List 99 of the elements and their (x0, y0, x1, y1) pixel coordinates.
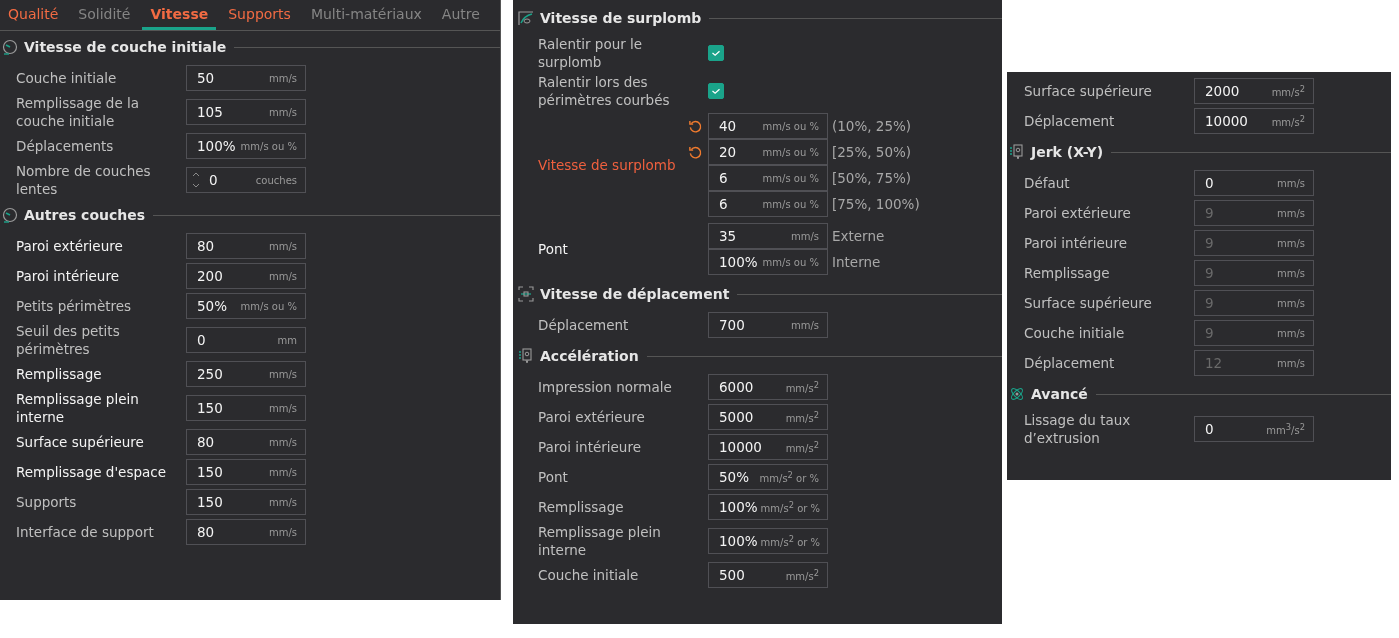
settings-tab[interactable]: Solidité (70, 0, 139, 30)
atom-icon (1009, 386, 1025, 402)
input-field[interactable]: 150 mm/s (186, 489, 306, 515)
setting-label: Pont (538, 240, 569, 259)
speedometer-icon (2, 207, 18, 223)
setting-label: Couche initiale (538, 566, 640, 585)
setting-label: Paroi intérieure (538, 438, 642, 457)
setting-label: Paroi extérieure (16, 237, 124, 256)
section-title: Autres couches (24, 207, 146, 223)
section-title: Vitesse de surplomb (540, 10, 702, 26)
setting-label: Paroi intérieure (1024, 234, 1128, 253)
setting-label: Petits périmètres (16, 297, 133, 316)
section-title: Accélération (540, 348, 639, 364)
setting-label: Pont (538, 468, 569, 487)
input-field[interactable]: 80 mm/s (186, 429, 306, 455)
setting-label: Déplacement (1024, 354, 1116, 373)
reset-icon[interactable] (688, 118, 703, 134)
input-field[interactable]: 10000 mm/s$^{2}$ (708, 434, 828, 460)
input-field[interactable]: 100% mm/s ou % (708, 249, 828, 275)
section-title: Avancé (1031, 386, 1088, 402)
settings-tab[interactable]: Supports (220, 0, 299, 30)
settings-tab[interactable]: Autre (433, 0, 488, 30)
setting-label: Ralentir lors des périmètres courbés (538, 73, 671, 110)
checkbox[interactable] (708, 45, 724, 61)
input-field[interactable]: 6 mm/s ou % (708, 191, 828, 217)
input-field[interactable]: 100% mm/s$^{2}$ or % (708, 494, 828, 520)
settings-tab[interactable]: Multi-matériaux (302, 0, 430, 30)
setting-label: Interface de support (16, 523, 155, 542)
setting-label: Surface supérieure (1024, 294, 1153, 313)
range-label: (10%, 25%) (832, 118, 912, 134)
input-field[interactable]: 6000 mm/s$^{2}$ (708, 374, 828, 400)
range-label: Interne (832, 254, 881, 270)
input-field[interactable]: 0 couches (186, 167, 306, 193)
setting-label: Impression normale (538, 378, 673, 397)
setting-label: Remplissage (1024, 264, 1111, 283)
setting-label: Couche initiale (1024, 324, 1126, 343)
input-field[interactable]: 50% mm/s$^{2}$ or % (708, 464, 828, 490)
setting-label: Remplissage plein interne (16, 390, 140, 427)
input-field[interactable]: 50% mm/s ou % (186, 293, 306, 319)
input-field[interactable]: 2000 mm/s$^{2}$ (1194, 78, 1314, 104)
input-field[interactable]: 700 mm/s (708, 312, 828, 338)
input-field[interactable]: 250 mm/s (186, 361, 306, 387)
speedometer-icon (2, 39, 18, 55)
setting-label: Lissage du taux d’extrusion (1024, 411, 1132, 448)
range-label: [75%, 100%) (832, 196, 920, 212)
input-field[interactable]: 150 mm/s (186, 459, 306, 485)
section-title: Jerk (X-Y) (1031, 144, 1104, 160)
input-field[interactable]: 105 mm/s (186, 99, 306, 125)
input-field[interactable]: 100% mm/s$^{2}$ or % (708, 528, 828, 554)
range-label: [25%, 50%) (832, 144, 912, 160)
input-field[interactable]: 50 mm/s (186, 65, 306, 91)
setting-label: Supports (16, 493, 78, 512)
input-field[interactable]: 0 mm (186, 327, 306, 353)
section-title: Vitesse de couche initiale (24, 39, 227, 55)
setting-label: Déplacements (16, 137, 115, 156)
input-field[interactable]: 150 mm/s (186, 395, 306, 421)
setting-label: Déplacement (1024, 112, 1116, 131)
input-field[interactable]: 6 mm/s ou % (708, 165, 828, 191)
input-field[interactable]: 10000 mm/s$^{2}$ (1194, 108, 1314, 134)
input-field[interactable]: 500 mm/s$^{2}$ (708, 562, 828, 588)
setting-label: Remplissage (538, 498, 625, 517)
setting-label: Ralentir pour le surplomb (538, 35, 644, 72)
setting-label: Paroi extérieure (1024, 204, 1132, 223)
setting-label: Déplacement (538, 316, 630, 335)
setting-label: Paroi intérieure (16, 267, 120, 286)
travel-icon (518, 286, 534, 302)
spinner-arrows-icon[interactable] (191, 170, 201, 190)
range-label: Externe (832, 228, 885, 244)
setting-label: Remplissage plein interne (538, 523, 662, 560)
input-field[interactable]: 40 mm/s ou % (708, 113, 828, 139)
setting-label: Couche initiale (16, 69, 118, 88)
reset-icon[interactable] (688, 144, 703, 160)
input-field[interactable]: 0 mm/s (1194, 170, 1314, 196)
input-field[interactable]: 20 mm/s ou % (708, 139, 828, 165)
printhead-icon (1009, 144, 1025, 160)
setting-label: Surface supérieure (16, 433, 145, 452)
setting-label: Vitesse de surplomb (538, 156, 677, 175)
section-title: Vitesse de déplacement (540, 286, 730, 302)
setting-label: Seuil des petits périmètres (16, 322, 121, 359)
setting-label: Nombre de couches lentes (16, 162, 152, 199)
setting-label: Remplissage d'espace (16, 463, 166, 482)
input-field[interactable]: 35 mm/s (708, 223, 828, 249)
input-field[interactable]: 80 mm/s (186, 233, 306, 259)
settings-tab[interactable]: Qualité (0, 0, 67, 30)
input-field[interactable]: 100% mm/s ou % (186, 133, 306, 159)
setting-label: Défaut (1024, 174, 1071, 193)
settings-tab[interactable]: Vitesse (142, 0, 217, 30)
input-field[interactable]: 80 mm/s (186, 519, 306, 545)
printhead-icon (518, 348, 534, 364)
checkbox[interactable] (708, 83, 724, 99)
setting-label: Paroi extérieure (538, 408, 646, 427)
setting-label: Surface supérieure (1024, 82, 1153, 101)
setting-label: Remplissage (16, 365, 103, 384)
input-field[interactable]: 200 mm/s (186, 263, 306, 289)
setting-label: Remplissage de la couche initiale (16, 94, 140, 131)
overhang-icon (518, 10, 534, 26)
input-field[interactable]: 0 mm$^{3}$/s$^{2}$ (1194, 416, 1314, 442)
input-field[interactable]: 5000 mm/s$^{2}$ (708, 404, 828, 430)
range-label: [50%, 75%) (832, 170, 912, 186)
